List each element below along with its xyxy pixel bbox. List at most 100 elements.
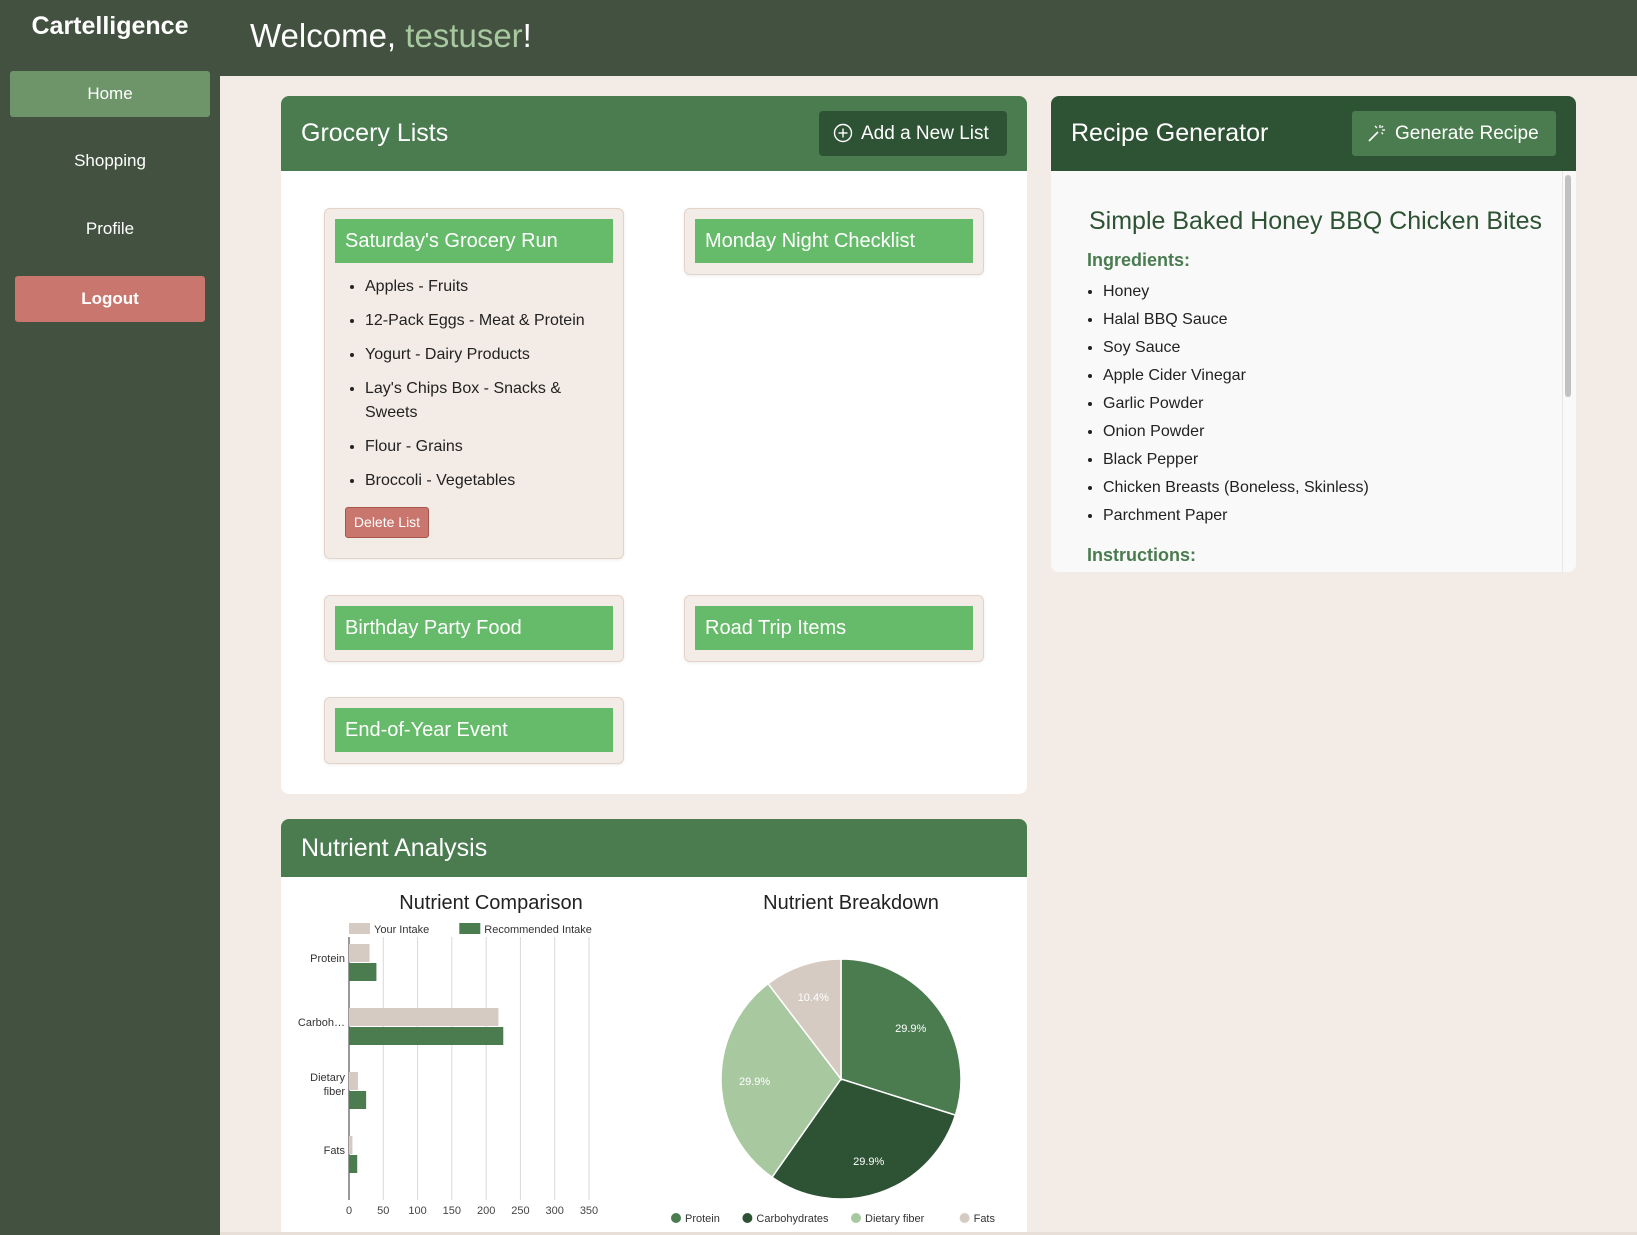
grocery-items: Apples - Fruits 12-Pack Eggs - Meat & Pr…: [365, 275, 610, 503]
recipe-generator-header: Recipe Generator Generate Recipe: [1051, 96, 1576, 171]
magic-wand-icon: [1368, 125, 1385, 142]
grocery-list-title[interactable]: Birthday Party Food: [335, 606, 613, 650]
grocery-lists-panel: Grocery Lists Add a New List Saturday's …: [281, 96, 1027, 794]
y-tick-label: Fats: [324, 1145, 346, 1157]
nutrient-analysis-panel: Nutrient Analysis Nutrient Comparison Nu…: [281, 819, 1027, 1235]
legend-swatch: [349, 923, 370, 934]
pie-slice-label: 29.9%: [853, 1156, 884, 1168]
grocery-list-card: Saturday's Grocery Run Apples - Fruits 1…: [324, 208, 624, 559]
plus-circle-icon: [833, 123, 853, 143]
recipe-generator-title: Recipe Generator: [1071, 119, 1269, 147]
brand-logo: Cartelligence: [31, 12, 189, 40]
ingredient-item: Soy Sauce: [1103, 334, 1369, 362]
legend-label: Dietary fiber: [865, 1213, 925, 1225]
scrollbar-thumb[interactable]: [1565, 175, 1571, 397]
pie-slice-label: 29.9%: [895, 1023, 926, 1035]
add-new-list-label: Add a New List: [861, 123, 989, 144]
y-tick-label: fiber: [324, 1086, 346, 1098]
sidebar-item-home[interactable]: Home: [10, 71, 210, 117]
welcome-suffix: !: [522, 17, 532, 54]
legend-label: Carbohydrates: [756, 1213, 829, 1225]
generate-recipe-label: Generate Recipe: [1395, 123, 1539, 144]
pie-chart-title: Nutrient Breakdown: [763, 892, 939, 914]
x-tick-label: 150: [443, 1205, 461, 1217]
sidebar-item-shopping[interactable]: Shopping: [10, 138, 210, 184]
bar-chart-title: Nutrient Comparison: [399, 892, 583, 914]
legend-label: Fats: [974, 1213, 996, 1225]
list-item: Apples - Fruits: [365, 275, 610, 299]
nutrient-breakdown-chart: 29.9% 29.9% 29.9% 10.4% Protein Carbohydrates…: [671, 958, 996, 1225]
add-new-list-button[interactable]: Add a New List: [819, 111, 1007, 156]
ingredient-item: Black Pepper: [1103, 446, 1369, 474]
grocery-list-title[interactable]: Road Trip Items: [695, 606, 973, 650]
y-tick-label: Carboh…: [298, 1017, 345, 1029]
bar-your-intake: [349, 1008, 499, 1026]
ingredient-item: Parchment Paper: [1103, 502, 1369, 530]
bar-recommended: [349, 1155, 358, 1173]
x-tick-label: 50: [377, 1205, 389, 1217]
bar-recommended: [349, 1091, 367, 1109]
ingredient-item: Halal BBQ Sauce: [1103, 306, 1369, 334]
sidebar: Cartelligence Home Shopping Profile Logo…: [0, 0, 220, 1235]
nutrient-analysis-header: Nutrient Analysis: [281, 819, 1027, 877]
generate-recipe-button[interactable]: Generate Recipe: [1352, 111, 1556, 156]
legend-swatch: [851, 1213, 861, 1223]
ingredient-item: Chicken Breasts (Boneless, Skinless): [1103, 474, 1369, 502]
x-tick-label: 300: [546, 1205, 564, 1217]
welcome-message: Welcome, testuser!: [250, 17, 532, 55]
x-tick-label: 250: [511, 1205, 529, 1217]
legend-swatch: [959, 1213, 970, 1223]
legend-label: Your Intake: [374, 924, 429, 936]
legend-swatch: [742, 1213, 753, 1223]
nutrient-comparison-chart: 0 50 100 150 200 250 300 350 Your Intake Recommen…: [298, 923, 598, 1217]
legend-swatch: [671, 1213, 681, 1223]
list-item: Lay's Chips Box - Snacks & Sweets: [365, 377, 610, 425]
delete-list-button[interactable]: Delete List: [345, 507, 429, 538]
legend-swatch: [459, 923, 481, 934]
recipe-generator-panel: Recipe Generator Generate Recipe Simple …: [1051, 96, 1576, 572]
sidebar-item-profile[interactable]: Profile: [10, 206, 210, 252]
bar-your-intake: [349, 1072, 358, 1090]
ingredient-item: Garlic Powder: [1103, 390, 1369, 418]
bar-recommended: [349, 1027, 504, 1045]
list-item: 12-Pack Eggs - Meat & Protein: [365, 309, 610, 333]
grocery-list-card: Monday Night Checklist: [684, 208, 984, 275]
instructions-heading: Instructions:: [1087, 545, 1197, 565]
x-tick-label: 100: [408, 1205, 426, 1217]
grocery-list-title[interactable]: Saturday's Grocery Run: [335, 219, 613, 263]
scrollbar-track[interactable]: [1562, 171, 1576, 572]
x-tick-label: 350: [580, 1205, 598, 1217]
legend-label: Recommended Intake: [484, 924, 592, 936]
grocery-lists-title: Grocery Lists: [301, 119, 449, 147]
ingredients-heading: Ingredients:: [1087, 250, 1191, 270]
y-tick-label: Dietary: [310, 1072, 345, 1084]
logout-button[interactable]: Logout: [15, 276, 205, 322]
bar-your-intake: [349, 1136, 353, 1154]
list-item: Broccoli - Vegetables: [365, 469, 610, 493]
bar-recommended: [349, 963, 377, 981]
grocery-list-card: Road Trip Items: [684, 595, 984, 662]
ingredient-item: Apple Cider Vinegar: [1103, 362, 1369, 390]
grocery-lists-header: Grocery Lists Add a New List: [281, 96, 1027, 171]
ingredients-list: Honey Halal BBQ Sauce Soy Sauce Apple Ci…: [1103, 278, 1369, 530]
grocery-list-card: End-of-Year Event: [324, 697, 624, 764]
grocery-list-title[interactable]: Monday Night Checklist: [695, 219, 973, 263]
nutrient-analysis-title: Nutrient Analysis: [301, 834, 488, 862]
top-header: Welcome, testuser!: [220, 0, 1637, 76]
recipe-name: Simple Baked Honey BBQ Chicken Bites: [1089, 207, 1542, 235]
legend-label: Protein: [685, 1213, 720, 1225]
y-tick-label: Protein: [310, 953, 345, 965]
recipe-content: Simple Baked Honey BBQ Chicken Bites Ing…: [1051, 171, 1576, 572]
grocery-list-card: Birthday Party Food: [324, 595, 624, 662]
grocery-list-title[interactable]: End-of-Year Event: [335, 708, 613, 752]
x-tick-label: 200: [477, 1205, 495, 1217]
welcome-prefix: Welcome,: [250, 17, 406, 54]
pie-slice-label: 10.4%: [798, 992, 829, 1004]
pie-slice-label: 29.9%: [739, 1076, 770, 1088]
ingredient-item: Honey: [1103, 278, 1369, 306]
list-item: Flour - Grains: [365, 435, 610, 459]
list-item: Yogurt - Dairy Products: [365, 343, 610, 367]
username: testuser: [405, 17, 523, 54]
x-tick-label: 0: [346, 1205, 352, 1217]
bar-your-intake: [349, 944, 370, 962]
